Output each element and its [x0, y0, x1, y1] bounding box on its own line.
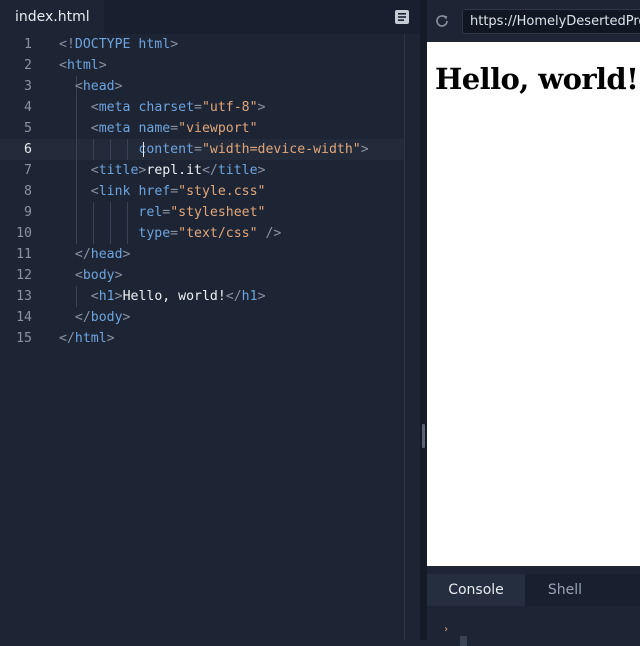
- url-field[interactable]: https://HomelyDesertedProce: [462, 9, 640, 34]
- line-number: 14: [16, 310, 32, 325]
- code-line[interactable]: 10 type="text/css" />: [0, 223, 404, 244]
- code-text: <link href="style.css": [90, 184, 266, 199]
- url-bar: https://HomelyDesertedProce: [427, 0, 640, 42]
- code-text: type="text/css" />: [138, 226, 282, 241]
- code-line[interactable]: 2 <html>: [0, 55, 404, 76]
- editor-scrollbar[interactable]: [404, 34, 405, 640]
- code-text: </body>: [74, 310, 131, 325]
- line-number: 15: [16, 331, 32, 346]
- refresh-icon[interactable]: [434, 13, 450, 29]
- line-number: 1: [24, 37, 32, 52]
- line-number: 6: [24, 142, 32, 157]
- code-line[interactable]: 1 <!DOCTYPE html>: [0, 34, 404, 55]
- code-line[interactable]: 12 <body>: [0, 265, 404, 286]
- line-number: 5: [24, 121, 32, 136]
- line-number: 3: [24, 79, 32, 94]
- code-line[interactable]: 4 <meta charset="utf-8">: [0, 97, 404, 118]
- code-line[interactable]: 5 <meta name="viewport": [0, 118, 404, 139]
- code-text: <!DOCTYPE html>: [59, 37, 179, 52]
- files-icon[interactable]: [394, 9, 410, 25]
- code-line[interactable]: 14 </body>: [0, 307, 404, 328]
- code-text: content="width=device-width">: [138, 142, 369, 157]
- prompt-icon: ›: [443, 624, 450, 635]
- pane-divider[interactable]: [420, 0, 427, 640]
- code-text: </head>: [74, 247, 131, 262]
- console-tab-bar: Console Shell: [427, 574, 640, 606]
- code-text: <html>: [59, 58, 107, 73]
- code-line[interactable]: 7 <title>repl.it</title>: [0, 160, 404, 181]
- code-line[interactable]: 13 <h1>Hello, world!</h1>: [0, 286, 404, 307]
- code-text: <head>: [74, 79, 123, 94]
- code-line[interactable]: 9 rel="stylesheet": [0, 202, 404, 223]
- code-editor[interactable]: index.html 1 <!DOCTYPE html> 2 <html> 3 <hea…: [0, 0, 420, 640]
- line-number: 13: [16, 289, 32, 304]
- console-cursor: [460, 636, 467, 646]
- text-cursor: [143, 142, 144, 157]
- file-tab-index-html[interactable]: index.html: [0, 0, 104, 34]
- line-number: 4: [24, 100, 32, 115]
- code-line[interactable]: 15 </html>: [0, 328, 404, 349]
- code-line[interactable]: 11 </head>: [0, 244, 404, 265]
- console-output[interactable]: ›: [427, 606, 640, 646]
- code-text: rel="stylesheet": [138, 205, 266, 220]
- divider-drag-handle[interactable]: [422, 424, 425, 448]
- tab-console[interactable]: Console: [427, 574, 525, 606]
- line-number: 10: [16, 226, 32, 241]
- line-number: 12: [16, 268, 32, 283]
- preview-pane: https://HomelyDesertedProce Hello, world…: [427, 0, 640, 646]
- code-lines[interactable]: 1 <!DOCTYPE html> 2 <html> 3 <head> 4 <meta c…: [0, 34, 404, 349]
- code-line[interactable]: 8 <link href="style.css": [0, 181, 404, 202]
- tab-shell[interactable]: Shell: [525, 574, 605, 606]
- line-number: 2: [24, 58, 32, 73]
- line-number: 8: [24, 184, 32, 199]
- web-preview[interactable]: Hello, world!: [427, 42, 640, 566]
- line-number: 11: [16, 247, 32, 262]
- code-line[interactable]: 3 <head>: [0, 76, 404, 97]
- editor-tab-bar: index.html: [0, 0, 420, 34]
- code-line[interactable]: 6 content="width=device-width">: [0, 139, 404, 160]
- line-number: 7: [24, 163, 32, 178]
- code-text: <h1>Hello, world!</h1>: [90, 289, 266, 304]
- code-text: </html>: [59, 331, 115, 346]
- line-number: 9: [24, 205, 32, 220]
- code-text: <title>repl.it</title>: [90, 163, 266, 178]
- code-text: <body>: [74, 268, 123, 283]
- preview-heading: Hello, world!: [435, 62, 639, 96]
- code-text: <meta name="viewport": [90, 121, 258, 136]
- code-text: <meta charset="utf-8">: [90, 100, 266, 115]
